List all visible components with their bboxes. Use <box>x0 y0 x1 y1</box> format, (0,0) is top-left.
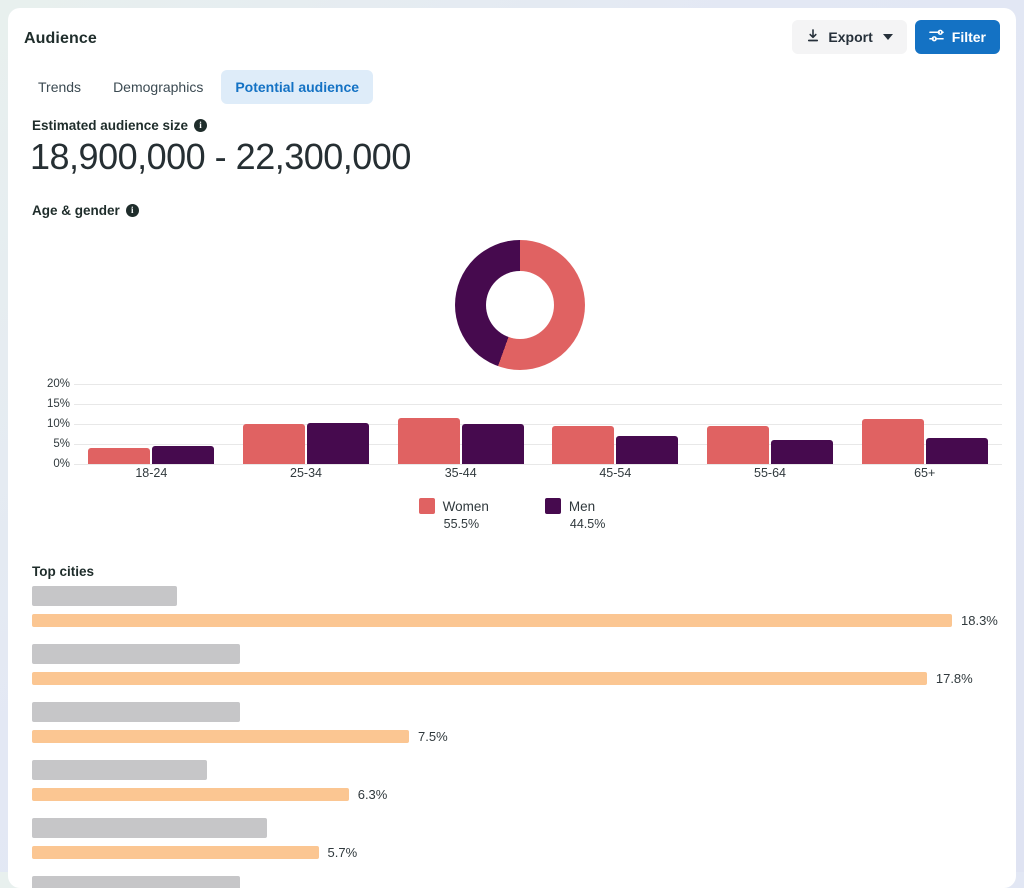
bar-women[interactable] <box>552 426 615 464</box>
city-bar[interactable] <box>32 730 410 743</box>
x-tick-label: 45-54 <box>599 466 632 480</box>
legend-swatch-women <box>418 498 435 514</box>
chevron-down-icon[interactable] <box>882 34 893 40</box>
estimated-audience-size-text: Estimated audience size <box>32 118 189 133</box>
y-tick-label: 0% <box>53 458 70 470</box>
city-row: 2.9% <box>32 876 1000 888</box>
y-tick-label: 15% <box>46 398 70 410</box>
city-bar-row: 17.8% <box>32 671 1000 686</box>
city-name-placeholder <box>32 760 207 780</box>
x-tick-label: 65+ <box>914 466 936 480</box>
export-button[interactable]: Export <box>792 20 907 54</box>
legend-label-men: Men <box>568 498 596 514</box>
age-gender-bar-chart: 0% 5% 10% 15% 20% 18-24 25-34 35-44 45-54 55-64 6… <box>24 378 1002 480</box>
x-tick-label: 25-34 <box>290 466 322 480</box>
bar-group[interactable] <box>693 384 848 464</box>
bar-group[interactable] <box>847 384 1002 464</box>
bar-group[interactable] <box>74 384 229 464</box>
download-icon <box>806 28 820 46</box>
legend-swatch-men <box>544 498 561 514</box>
bar-men[interactable] <box>925 438 988 464</box>
x-axis-labels: 18-24 25-34 35-44 45-54 55-64 65+ <box>74 466 1002 480</box>
filter-label: Filter <box>951 29 986 45</box>
city-bar[interactable] <box>32 846 319 859</box>
filter-button[interactable]: Filter <box>914 20 1000 54</box>
city-percentage: 18.3% <box>961 613 998 628</box>
city-bar-row: 7.5% <box>32 729 1000 744</box>
city-percentage: 5.7% <box>327 845 358 860</box>
page-title: Audience <box>24 30 97 47</box>
audience-card: Audience Export Filter Trends Demographi… <box>8 8 1016 888</box>
x-tick-label: 18-24 <box>135 466 168 480</box>
bar-men[interactable] <box>152 446 215 464</box>
tab-trends[interactable]: Trends <box>24 70 95 104</box>
city-row: 18.3% <box>32 586 1000 628</box>
city-bar[interactable] <box>32 788 349 801</box>
x-tick-label: 55-64 <box>754 466 787 480</box>
export-label: Export <box>828 29 873 45</box>
tab-potential-audience[interactable]: Potential audience <box>221 70 374 104</box>
age-gender-label: Age & gender i <box>32 203 139 218</box>
chart-legend: Women 55.5% Men 44.5% <box>8 498 1016 531</box>
city-row: 17.8% <box>32 644 1000 686</box>
city-percentage: 7.5% <box>418 729 448 744</box>
legend-label-women: Women <box>442 498 489 514</box>
top-cities-text: Top cities <box>32 564 95 579</box>
city-row: 7.5% <box>32 702 1000 744</box>
age-gender-donut-chart <box>455 240 585 370</box>
bar-men[interactable] <box>461 424 524 464</box>
bar-group[interactable] <box>383 384 538 464</box>
legend-item-women: Women 55.5% <box>418 498 489 531</box>
card-header: Audience Export Filter <box>8 8 1016 64</box>
city-name-placeholder <box>32 644 240 664</box>
city-bar[interactable] <box>32 672 927 685</box>
tab-bar: Trends Demographics Potential audience <box>24 70 374 104</box>
estimated-audience-size-label: Estimated audience size i <box>32 118 208 133</box>
city-bar-row: 5.7% <box>32 845 1000 860</box>
bar-women[interactable] <box>397 418 460 464</box>
bar-women[interactable] <box>861 419 924 464</box>
city-bar[interactable] <box>32 614 952 627</box>
city-name-placeholder <box>32 702 240 722</box>
bar-group[interactable] <box>229 384 384 464</box>
city-percentage: 6.3% <box>357 787 388 802</box>
estimated-audience-size-value: 18,900,000 - 22,300,000 <box>30 136 411 177</box>
bar-groups <box>74 384 1002 464</box>
bar-men[interactable] <box>771 440 834 464</box>
donut-hole <box>486 271 554 339</box>
city-bar-row: 18.3% <box>32 613 1000 628</box>
bar-men[interactable] <box>616 436 679 464</box>
city-name-placeholder <box>32 818 267 838</box>
bar-women[interactable] <box>88 448 151 464</box>
city-bar-row: 6.3% <box>32 787 1000 802</box>
city-percentage: 17.8% <box>935 671 973 686</box>
x-tick-label: 35-44 <box>444 466 477 480</box>
legend-pct-women: 55.5% <box>443 517 480 531</box>
y-axis-labels: 0% 5% 10% 15% 20% <box>24 378 70 470</box>
y-tick-label: 10% <box>46 418 70 430</box>
tab-demographics[interactable]: Demographics <box>99 70 217 104</box>
top-cities-label: Top cities <box>32 564 94 579</box>
city-row: 6.3% <box>32 760 1000 802</box>
bar-women[interactable] <box>243 424 305 464</box>
y-tick-label: 5% <box>53 438 70 450</box>
age-gender-text: Age & gender <box>32 203 120 218</box>
info-icon[interactable]: i <box>194 119 208 132</box>
bar-group[interactable] <box>538 384 693 464</box>
bar-women[interactable] <box>707 425 770 464</box>
legend-pct-men: 44.5% <box>569 517 606 531</box>
plot-area <box>74 384 1002 465</box>
sliders-icon <box>928 28 944 46</box>
city-row: 5.7% <box>32 818 1000 860</box>
legend-item-men: Men 44.5% <box>544 498 606 531</box>
bar-men[interactable] <box>307 422 369 464</box>
header-actions: Export Filter <box>792 20 1000 54</box>
y-tick-label: 20% <box>46 378 70 390</box>
gridline <box>74 464 1002 465</box>
info-icon[interactable]: i <box>125 204 139 217</box>
city-name-placeholder <box>32 876 240 888</box>
city-name-placeholder <box>32 586 177 606</box>
top-cities-list: 18.3% 17.8% 7.5% 6.3% 5.7% 2.9% <box>32 586 1000 888</box>
